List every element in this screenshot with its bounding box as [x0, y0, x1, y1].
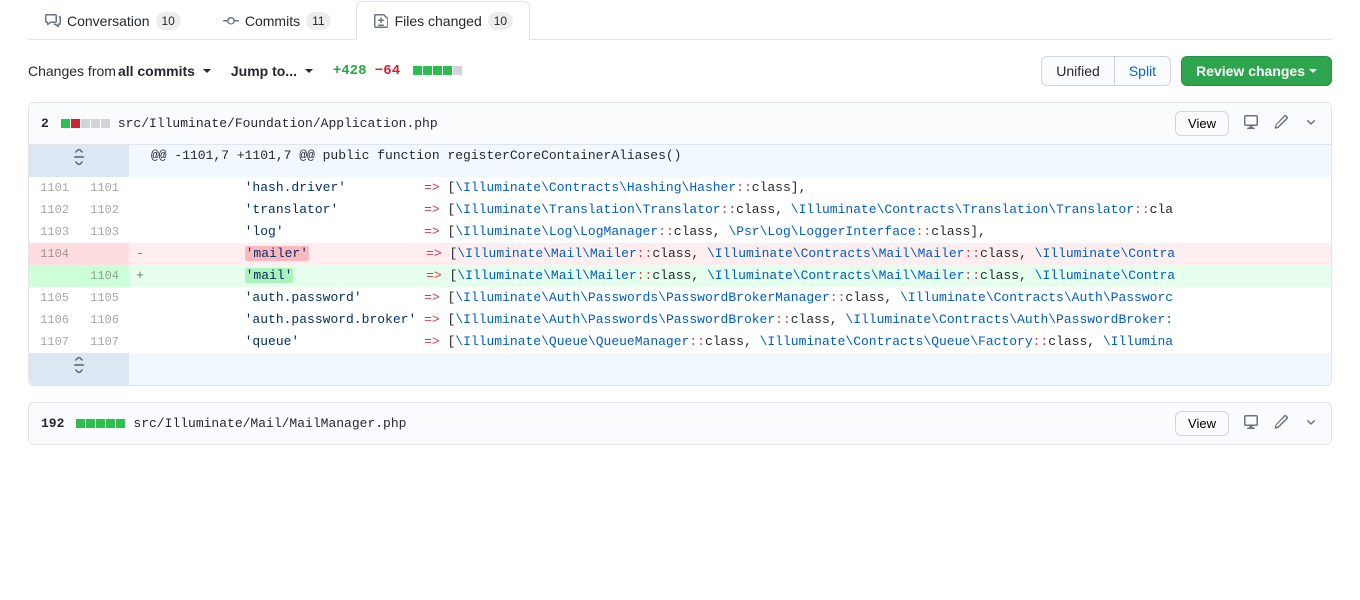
diff-line[interactable]: 11051105 'auth.password' => [\Illuminate…: [29, 287, 1331, 309]
view-file-button[interactable]: View: [1175, 111, 1229, 136]
diff-line[interactable]: 11011101 'hash.driver' => [\Illuminate\C…: [29, 177, 1331, 199]
diff-toolbar: Changes from all commits Jump to... +428…: [16, 56, 1344, 102]
jump-to-dropdown[interactable]: Jump to...: [231, 63, 313, 79]
chevron-down-icon[interactable]: [1303, 114, 1319, 133]
diff-sign: [129, 221, 151, 243]
file-diff: 2 src/Illuminate/Foundation/Application.…: [28, 102, 1332, 386]
diff-table: @@ -1101,7 +1101,7 @@ public function re…: [29, 145, 1331, 385]
diff-sign: [129, 331, 151, 353]
file-diff-icon: [373, 13, 389, 29]
file-header: 2 src/Illuminate/Foundation/Application.…: [29, 103, 1331, 145]
diffstat-blocks: [76, 419, 125, 428]
code-content: 'translator' => [\Illuminate\Translation…: [151, 199, 1331, 221]
pencil-icon[interactable]: [1273, 414, 1289, 433]
deletions-count: −64: [375, 63, 400, 79]
device-desktop-icon[interactable]: [1243, 414, 1259, 433]
diff-line[interactable]: 11061106 'auth.password.broker' => [\Ill…: [29, 309, 1331, 331]
review-changes-button[interactable]: Review changes: [1181, 56, 1332, 86]
expand-lines-button[interactable]: [29, 145, 129, 177]
chevron-down-icon: [1309, 69, 1317, 73]
diff-line[interactable]: 11071107 'queue' => [\Illuminate\Queue\Q…: [29, 331, 1331, 353]
unified-button[interactable]: Unified: [1041, 56, 1115, 86]
line-number-old[interactable]: 1107: [29, 331, 79, 353]
tab-conversation[interactable]: Conversation 10: [28, 1, 198, 40]
counter: 10: [488, 12, 513, 30]
code-content: 'auth.password.broker' => [\Illuminate\A…: [151, 309, 1331, 331]
line-number-old[interactable]: 1102: [29, 199, 79, 221]
counter: 10: [156, 12, 181, 30]
chevron-down-icon[interactable]: [1303, 414, 1319, 433]
file-path[interactable]: src/Illuminate/Mail/MailManager.php: [133, 416, 406, 431]
code-content: 'mail' => [\Illuminate\Mail\Mailer::clas…: [151, 265, 1331, 287]
review-label: Review changes: [1196, 63, 1305, 79]
file-path[interactable]: src/Illuminate/Foundation/Application.ph…: [118, 116, 438, 131]
line-number-new[interactable]: [79, 243, 129, 265]
diff-line[interactable]: 1104+ 'mail' => [\Illuminate\Mail\Mailer…: [29, 265, 1331, 287]
pr-tabnav: Conversation 10 Commits 11 Files changed…: [28, 0, 1332, 40]
file-diff: 192 src/Illuminate/Mail/MailManager.php …: [28, 402, 1332, 445]
jumpto-label: Jump to...: [231, 63, 297, 79]
code-content: 'auth.password' => [\Illuminate\Auth\Pas…: [151, 287, 1331, 309]
view-file-button[interactable]: View: [1175, 411, 1229, 436]
line-number-new[interactable]: 1107: [79, 331, 129, 353]
diffstat-blocks: [413, 66, 462, 75]
comment-discussion-icon: [45, 13, 61, 29]
diffstat-blocks: [61, 119, 110, 128]
line-number-old[interactable]: 1103: [29, 221, 79, 243]
hunk-header: @@ -1101,7 +1101,7 @@ public function re…: [151, 145, 1331, 177]
chevron-down-icon: [305, 69, 313, 73]
tab-files-changed[interactable]: Files changed 10: [356, 1, 531, 40]
line-number-new[interactable]: 1102: [79, 199, 129, 221]
change-count: 192: [41, 416, 64, 431]
split-button[interactable]: Split: [1114, 56, 1171, 86]
line-number-old[interactable]: 1104: [29, 243, 79, 265]
diff-sign: -: [129, 243, 151, 265]
chevron-down-icon: [203, 69, 211, 73]
device-desktop-icon[interactable]: [1243, 114, 1259, 133]
changes-prefix: Changes from: [28, 63, 116, 79]
tab-label: Commits: [245, 13, 300, 29]
line-number-old[interactable]: 1105: [29, 287, 79, 309]
tab-label: Conversation: [67, 13, 150, 29]
code-content: 'queue' => [\Illuminate\Queue\QueueManag…: [151, 331, 1331, 353]
diff-layout-toggle: Unified Split: [1041, 56, 1171, 86]
expand-lines-button[interactable]: [29, 353, 129, 385]
diff-line[interactable]: 11031103 'log' => [\Illuminate\Log\LogMa…: [29, 221, 1331, 243]
diff-sign: [129, 177, 151, 199]
pencil-icon[interactable]: [1273, 114, 1289, 133]
additions-count: +428: [333, 63, 367, 79]
changes-from-dropdown[interactable]: Changes from all commits: [28, 63, 211, 79]
diff-sign: [129, 287, 151, 309]
line-number-old[interactable]: 1106: [29, 309, 79, 331]
line-number-old[interactable]: [29, 265, 79, 287]
diff-sign: [129, 199, 151, 221]
line-number-new[interactable]: 1105: [79, 287, 129, 309]
line-number-new[interactable]: 1106: [79, 309, 129, 331]
git-commit-icon: [223, 13, 239, 29]
code-content: 'log' => [\Illuminate\Log\LogManager::cl…: [151, 221, 1331, 243]
tab-commits[interactable]: Commits 11: [206, 1, 348, 40]
tab-label: Files changed: [395, 13, 482, 29]
diff-sign: [129, 309, 151, 331]
diff-line[interactable]: 1104 - 'mailer' => [\Illuminate\Mail\Mail…: [29, 243, 1331, 265]
code-content: 'mailer' => [\Illuminate\Mail\Mailer::cl…: [151, 243, 1331, 265]
code-content: 'hash.driver' => [\Illuminate\Contracts\…: [151, 177, 1331, 199]
file-header: 192 src/Illuminate/Mail/MailManager.php …: [29, 403, 1331, 444]
diff-line[interactable]: 11021102 'translator' => [\Illuminate\Tr…: [29, 199, 1331, 221]
diff-sign: +: [129, 265, 151, 287]
line-number-new[interactable]: 1104: [79, 265, 129, 287]
change-count: 2: [41, 116, 49, 131]
diffstat: +428 −64: [333, 63, 462, 79]
changes-scope: all commits: [118, 63, 195, 79]
counter: 11: [306, 12, 330, 30]
line-number-old[interactable]: 1101: [29, 177, 79, 199]
line-number-new[interactable]: 1101: [79, 177, 129, 199]
line-number-new[interactable]: 1103: [79, 221, 129, 243]
